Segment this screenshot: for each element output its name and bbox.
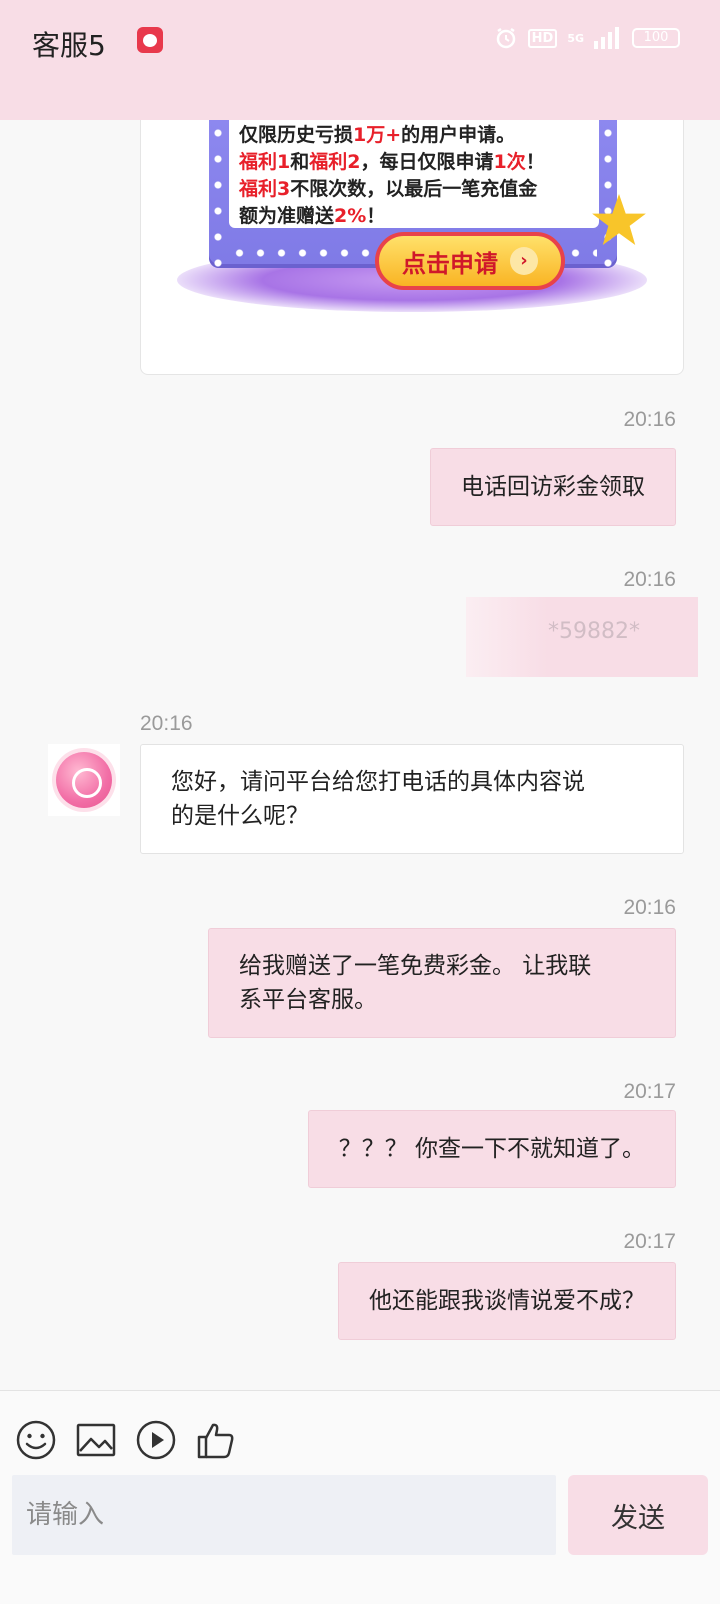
alarm-icon [496, 27, 515, 49]
message-time: 20:16 [140, 712, 193, 735]
message-bubble-outgoing[interactable]: ？？？ 你查一下不就知道了。 [307, 1110, 676, 1188]
message-time: 20:16 [623, 408, 676, 431]
message-text: 您好，请问平台给您打电话的具体内容说 [171, 769, 585, 795]
message-time: 20:16 [623, 896, 676, 919]
emoji-icon[interactable] [15, 1419, 57, 1461]
message-text: 给我赠送了一笔免费彩金。 让我联 [239, 953, 592, 979]
message-input[interactable] [12, 1475, 556, 1555]
message-time: 20:16 [623, 568, 676, 591]
chevron-right-icon: › [510, 247, 538, 275]
apply-button[interactable]: 点击申请 › [375, 232, 565, 290]
headset-icon [56, 752, 112, 808]
message-time: 20:17 [623, 1080, 676, 1103]
status-bar: 客服5 HD 5G 100 [0, 0, 720, 120]
agent-avatar[interactable] [48, 744, 120, 816]
network-label: 5G [567, 31, 584, 45]
message-bubble-outgoing[interactable]: 电话回访彩金领取 [430, 448, 676, 526]
promo-lights-right [601, 120, 615, 268]
promo-card[interactable]: 仅限历史亏损1万+的用户申请。 福利1和福利2，每日仅限申请1次！ 福利3不限次… [140, 120, 684, 375]
battery-indicator: 100 [632, 28, 680, 48]
apply-button-label: 点击申请 [402, 249, 498, 278]
message-bubble-outgoing[interactable]: 他还能跟我谈情说爱不成？ [338, 1262, 676, 1340]
message-time: 20:17 [623, 1230, 676, 1253]
send-button[interactable]: 发送 [568, 1475, 708, 1555]
promo-board: 仅限历史亏损1万+的用户申请。 福利1和福利2，每日仅限申请1次！ 福利3不限次… [209, 120, 646, 290]
hd-icon: HD [527, 28, 558, 48]
message-bubble-outgoing-redacted[interactable]: *59882* [466, 597, 698, 677]
message-text: 的是什么呢？ [171, 803, 309, 829]
message-bubble-outgoing[interactable]: 给我赠送了一笔免费彩金。 让我联 系平台客服。 [208, 928, 676, 1038]
video-icon[interactable] [135, 1419, 177, 1461]
thumbs-up-icon[interactable] [195, 1419, 237, 1461]
redacted-text: *59882* [548, 619, 640, 644]
chat-title: 客服5 [32, 29, 106, 62]
composer-panel: 发送 [0, 1390, 720, 1604]
message-text: 系平台客服。 [239, 987, 377, 1013]
system-icons: HD 5G 100 [494, 26, 680, 50]
star-icon [592, 194, 646, 245]
app-logo-icon [137, 27, 163, 53]
promo-text: 仅限历史亏损1万+的用户申请。 福利1和福利2，每日仅限申请1次！ 福利3不限次… [229, 120, 599, 228]
promo-lights-left [211, 120, 225, 268]
signal-icon [594, 27, 619, 49]
image-icon[interactable] [75, 1419, 117, 1461]
message-bubble-incoming[interactable]: 您好，请问平台给您打电话的具体内容说 的是什么呢？ [140, 744, 684, 854]
